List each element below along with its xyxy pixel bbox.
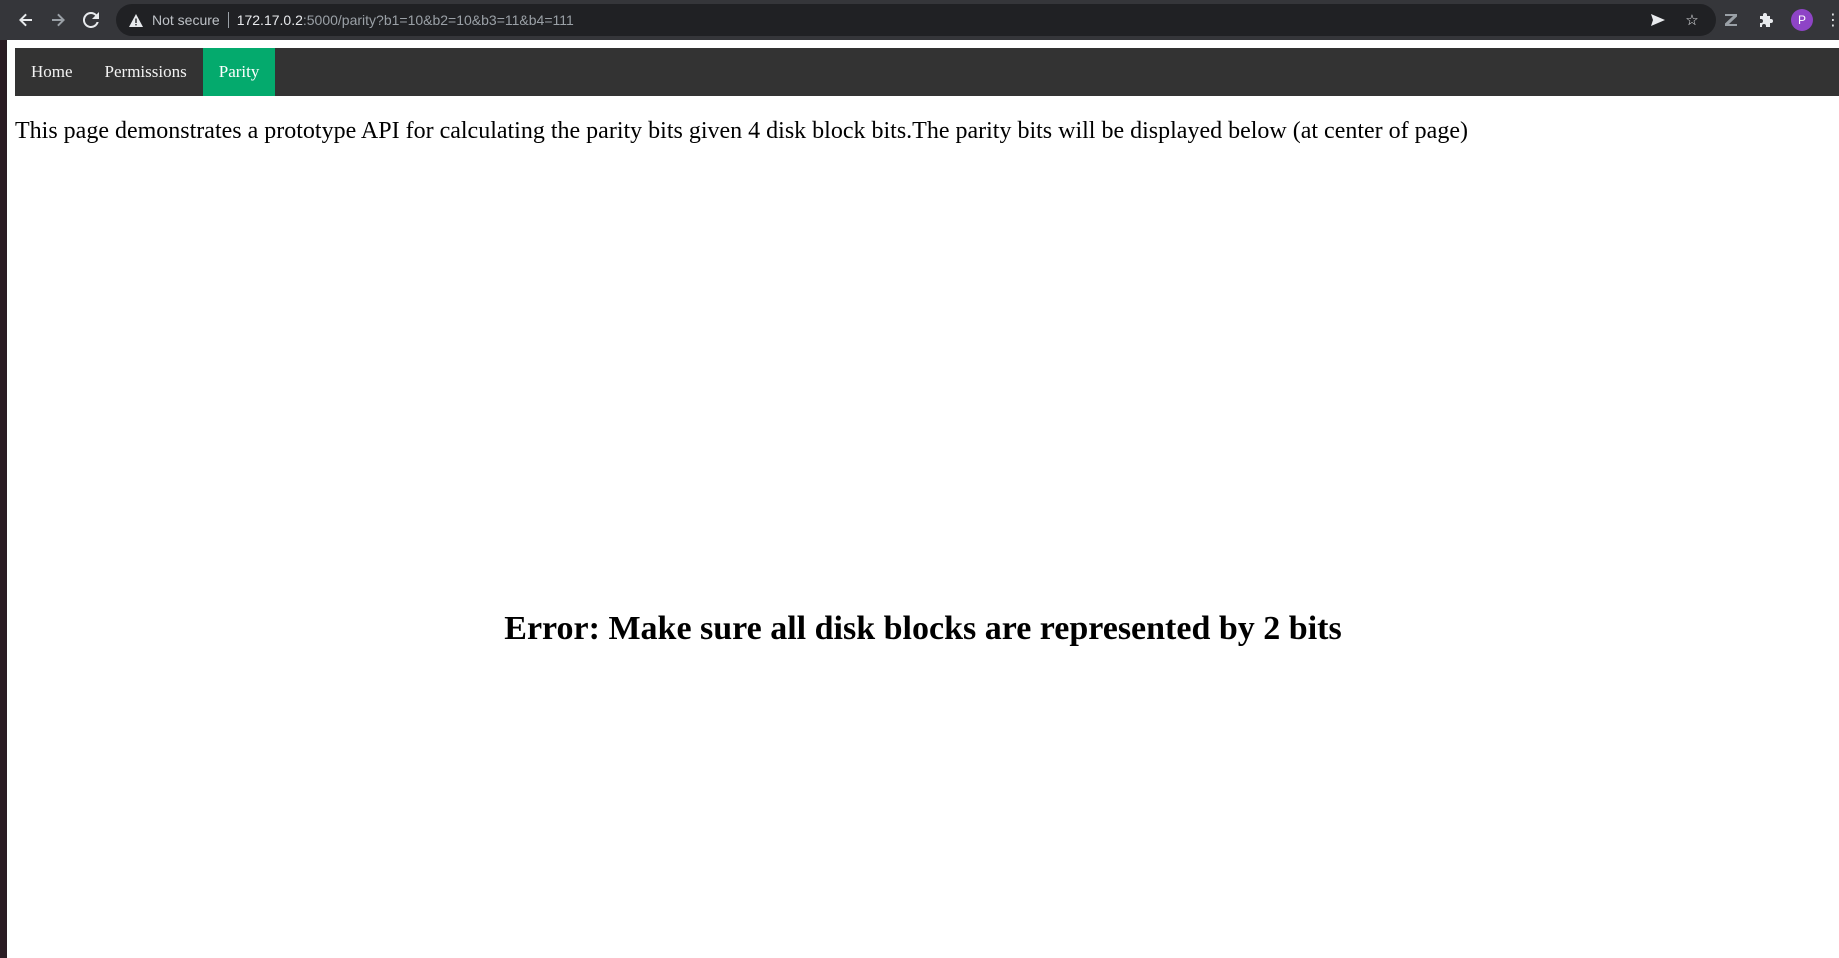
warning-icon[interactable] [128, 12, 144, 28]
avatar[interactable]: P [1791, 9, 1813, 31]
send-icon[interactable] [1648, 10, 1668, 30]
url-host[interactable]: 172.17.0.2 [237, 12, 303, 28]
reload-button[interactable] [79, 8, 103, 32]
arrow-left-icon [19, 13, 32, 27]
forward-button[interactable] [46, 8, 70, 32]
nav-item-home[interactable]: Home [15, 48, 89, 96]
back-button[interactable] [14, 8, 38, 32]
address-bar[interactable]: Not secure 172.17.0.2:5000/parity?b1=10&… [116, 4, 1716, 36]
window-edge [0, 0, 7, 958]
reload-icon [83, 12, 99, 28]
menu-icon[interactable]: ⋮ [1825, 8, 1839, 32]
security-status[interactable]: Not secure [152, 12, 220, 28]
top-navigation: Home Permissions Parity [15, 48, 1839, 96]
url-path[interactable]: :5000/parity?b1=10&b2=10&b3=11&b4=111 [303, 12, 574, 28]
page-description: This page demonstrates a prototype API f… [15, 118, 1468, 144]
star-icon[interactable]: ☆ [1682, 10, 1702, 30]
parity-result-message: Error: Make sure all disk blocks are rep… [504, 610, 1342, 647]
extensions-area: P ⋮ [1719, 8, 1839, 32]
nav-item-permissions[interactable]: Permissions [89, 48, 203, 96]
nav-item-parity[interactable]: Parity [202, 48, 276, 96]
omnibox-divider [227, 12, 229, 28]
puzzle-icon[interactable] [1755, 8, 1779, 32]
extension-z-icon[interactable] [1719, 8, 1743, 32]
page-content: Home Permissions Parity This page demons… [7, 40, 1839, 958]
browser-toolbar: Not secure 172.17.0.2:5000/parity?b1=10&… [0, 0, 1839, 40]
arrow-right-icon [52, 13, 65, 27]
